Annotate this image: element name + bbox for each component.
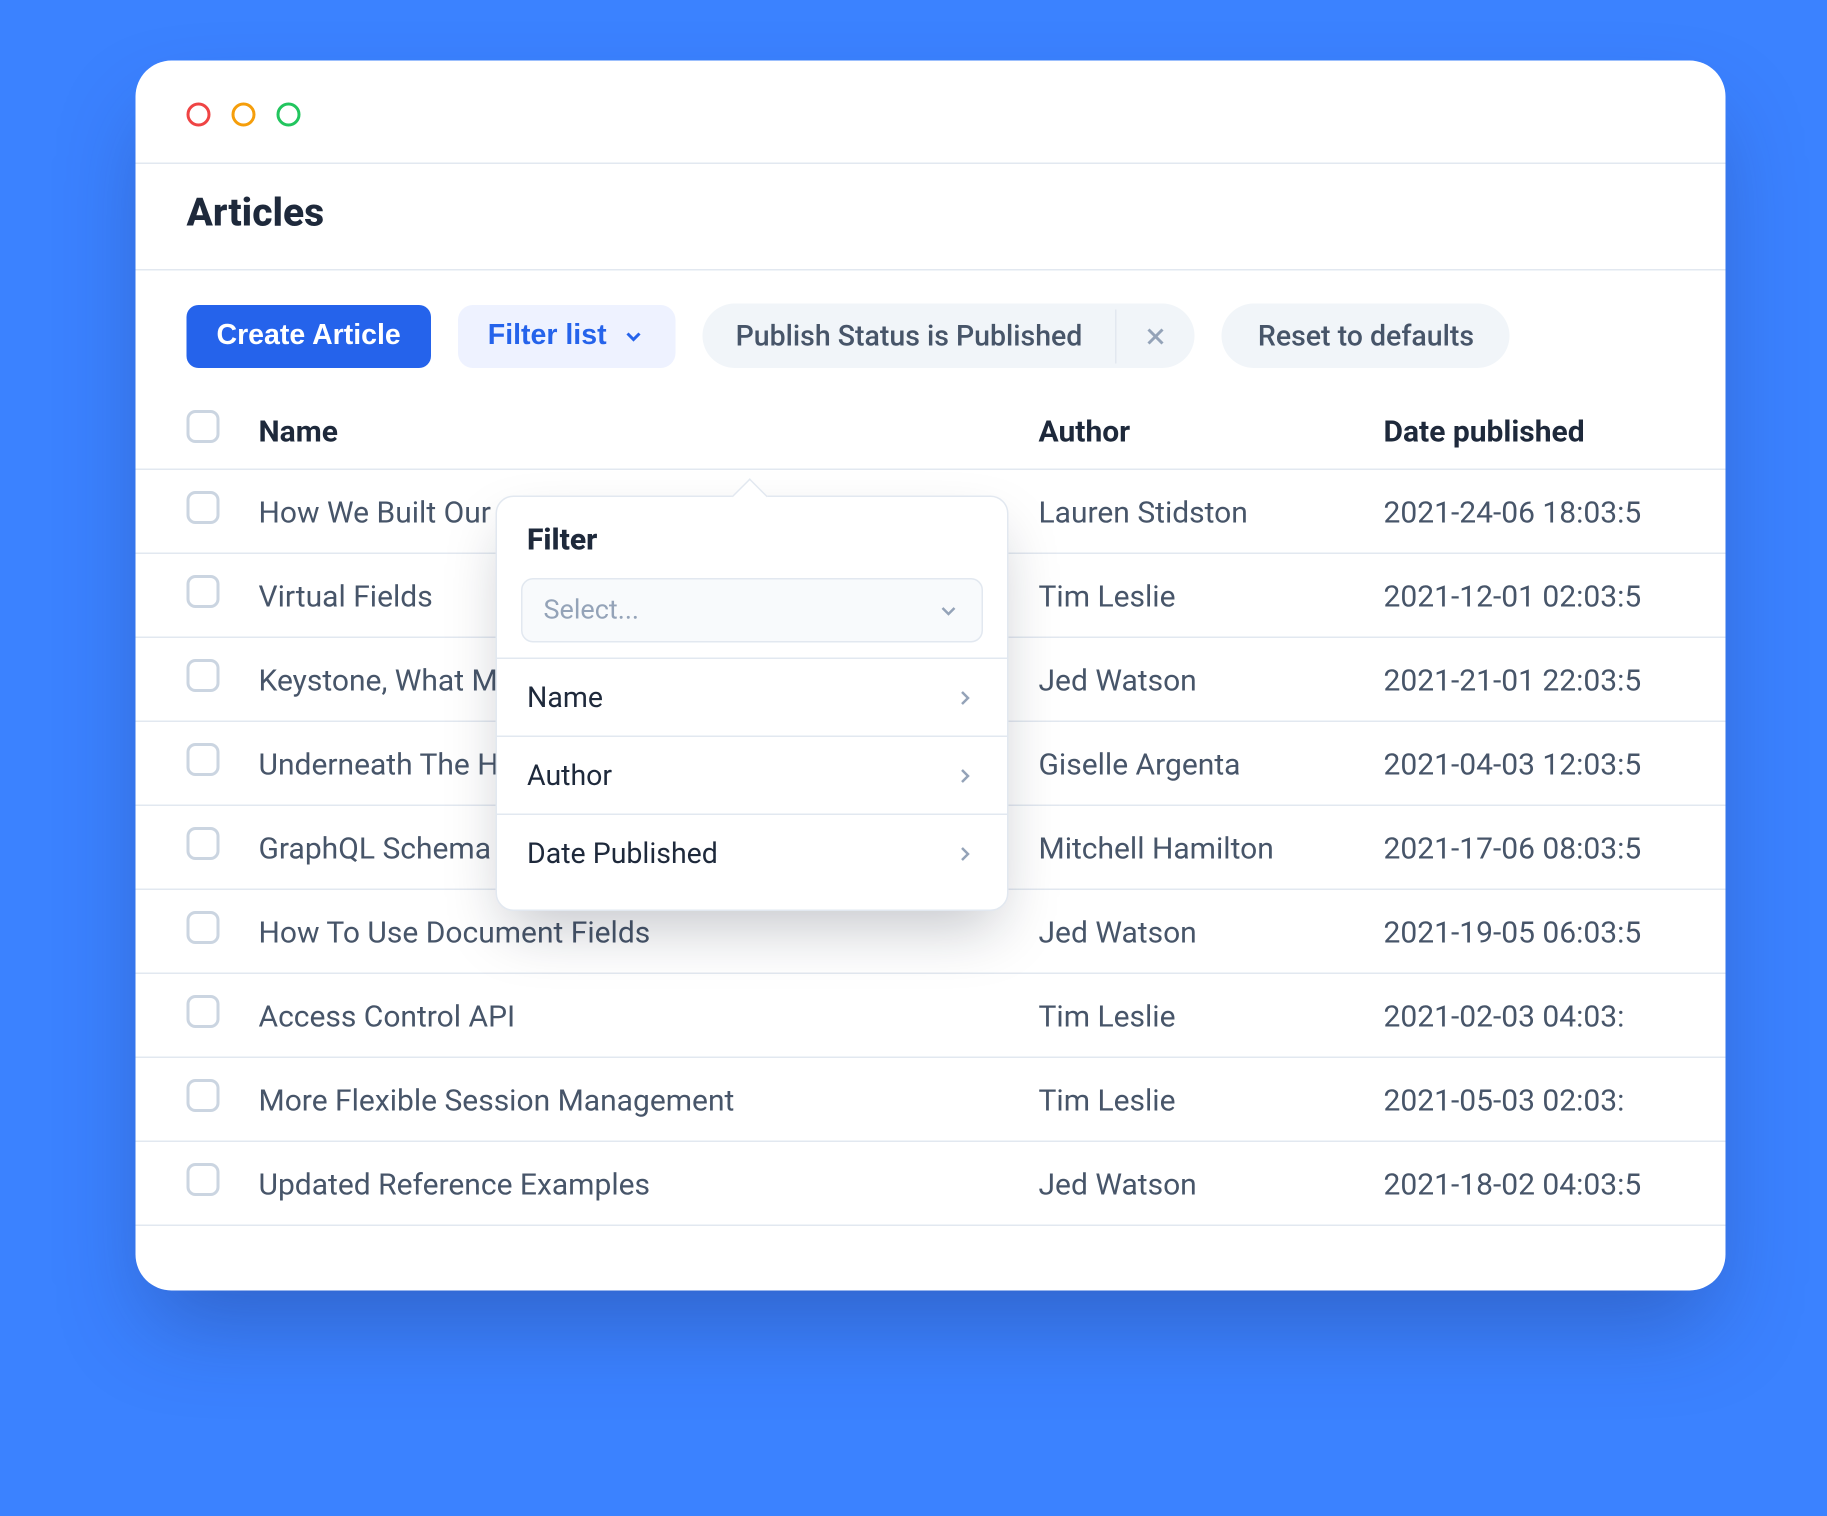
cell-date: 2021-17-06 08:03:5 [1365, 805, 1725, 889]
cell-author: Tim Leslie [1020, 553, 1365, 637]
filter-list-button[interactable]: Filter list [457, 304, 675, 367]
cell-date: 2021-02-03 04:03: [1365, 973, 1725, 1057]
close-icon [1143, 324, 1167, 348]
reset-filters-button[interactable]: Reset to defaults [1221, 304, 1509, 369]
cell-author: Jed Watson [1020, 889, 1365, 973]
active-filter-text: Publish Status is Published [702, 304, 1115, 369]
filter-popover-title: Filter [497, 497, 1007, 578]
window-zoom-dot[interactable] [276, 103, 300, 127]
cell-date: 2021-19-05 06:03:5 [1365, 889, 1725, 973]
column-header-date[interactable]: Date published [1365, 395, 1725, 469]
cell-author: Tim Leslie [1020, 1057, 1365, 1141]
chevron-right-icon [953, 685, 977, 709]
cell-name: Access Control API [240, 973, 1020, 1057]
table-row[interactable]: Access Control APITim Leslie2021-02-03 0… [135, 973, 1725, 1057]
window-card: Articles Create Article Filter list Publ… [135, 61, 1725, 1291]
filter-option-label: Date Published [527, 836, 718, 871]
row-checkbox[interactable] [186, 659, 219, 692]
table-row[interactable]: More Flexible Session ManagementTim Lesl… [135, 1057, 1725, 1141]
cell-author: Jed Watson [1020, 1141, 1365, 1225]
chevron-down-icon [936, 598, 960, 622]
row-checkbox[interactable] [186, 995, 219, 1028]
table-row[interactable]: Updated Reference ExamplesJed Watson2021… [135, 1141, 1725, 1225]
filter-option-label: Author [527, 758, 612, 793]
column-header-name[interactable]: Name [240, 395, 1020, 469]
cell-author: Giselle Argenta [1020, 721, 1365, 805]
filter-option[interactable]: Date Published [497, 814, 1007, 892]
select-all-checkbox[interactable] [186, 410, 219, 443]
cell-author: Lauren Stidston [1020, 469, 1365, 553]
cell-date: 2021-12-01 02:03:5 [1365, 553, 1725, 637]
chevron-down-icon [621, 324, 645, 348]
chevron-right-icon [953, 763, 977, 787]
cell-name: Updated Reference Examples [240, 1141, 1020, 1225]
row-checkbox[interactable] [186, 827, 219, 860]
filter-select-placeholder: Select... [543, 595, 639, 627]
row-checkbox[interactable] [186, 1079, 219, 1112]
create-article-button[interactable]: Create Article [186, 304, 430, 367]
remove-filter-button[interactable] [1115, 309, 1195, 363]
cell-date: 2021-24-06 18:03:5 [1365, 469, 1725, 553]
row-checkbox[interactable] [186, 491, 219, 524]
cell-date: 2021-21-01 22:03:5 [1365, 637, 1725, 721]
window-close-dot[interactable] [186, 103, 210, 127]
filter-option[interactable]: Name [497, 658, 1007, 736]
cell-date: 2021-04-03 12:03:5 [1365, 721, 1725, 805]
column-header-author[interactable]: Author [1020, 395, 1365, 469]
window-titlebar [135, 61, 1725, 163]
cell-author: Tim Leslie [1020, 973, 1365, 1057]
cell-name: More Flexible Session Management [240, 1057, 1020, 1141]
cell-author: Jed Watson [1020, 637, 1365, 721]
row-checkbox[interactable] [186, 1163, 219, 1196]
row-checkbox[interactable] [186, 575, 219, 608]
chevron-right-icon [953, 841, 977, 865]
toolbar: Create Article Filter list Publish Statu… [135, 271, 1725, 396]
active-filter-pill: Publish Status is Published [702, 304, 1194, 369]
filter-list-label: Filter list [487, 319, 606, 352]
filter-option-label: Name [527, 680, 603, 715]
cell-author: Mitchell Hamilton [1020, 805, 1365, 889]
row-checkbox[interactable] [186, 743, 219, 776]
row-checkbox[interactable] [186, 911, 219, 944]
filter-option[interactable]: Author [497, 736, 1007, 814]
page-title: Articles [135, 163, 1725, 271]
cell-date: 2021-05-03 02:03: [1365, 1057, 1725, 1141]
window-minimize-dot[interactable] [231, 103, 255, 127]
filter-popover: Filter Select... Name Author Date Publishe… [495, 496, 1008, 912]
filter-field-select[interactable]: Select... [521, 578, 983, 643]
cell-date: 2021-18-02 04:03:5 [1365, 1141, 1725, 1225]
